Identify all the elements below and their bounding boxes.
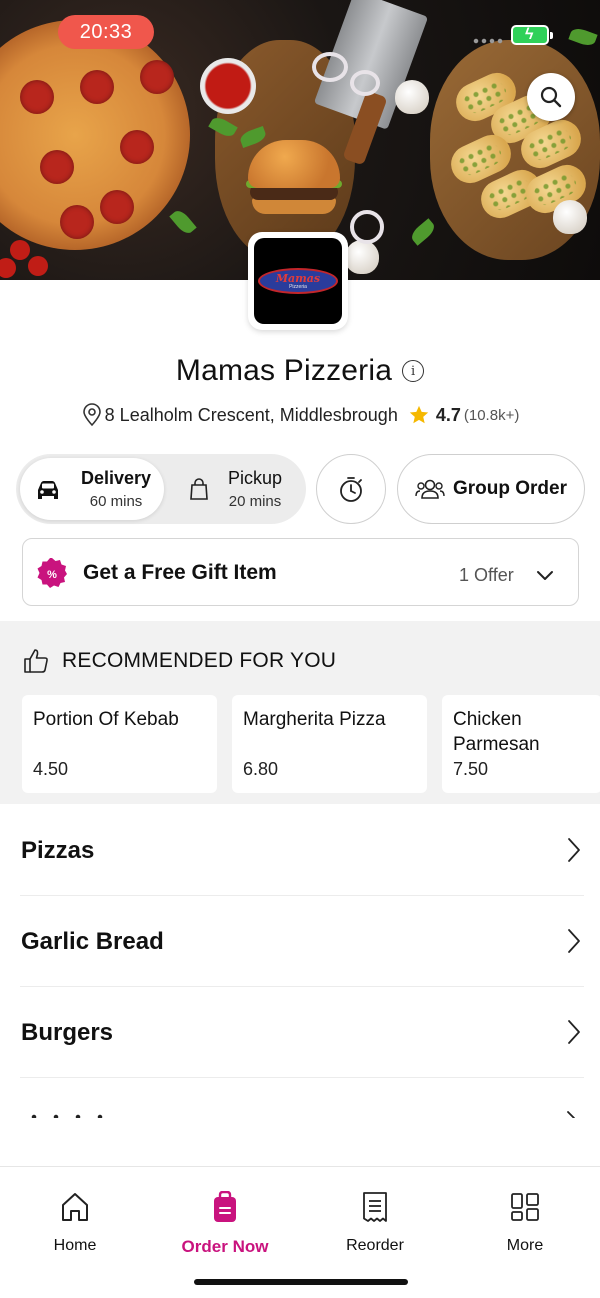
- tab-order-now[interactable]: Order Now: [165, 1189, 285, 1259]
- grid-icon: [511, 1193, 539, 1221]
- search-button[interactable]: [527, 73, 575, 121]
- restaurant-title-row: Mamas Pizzeria i: [0, 350, 600, 392]
- schedule-button[interactable]: [316, 454, 386, 524]
- tab-label: Home: [53, 1237, 97, 1254]
- order-mode-toggle: Delivery 60 mins Pickup 20 mins: [16, 454, 306, 524]
- restaurant-logo: Mamas Pizzeria: [248, 232, 348, 330]
- home-indicator: [194, 1279, 408, 1285]
- item-name: Chicken Parmesan: [453, 709, 540, 755]
- logo-text: Mamas: [275, 271, 321, 285]
- chevron-right-icon: [568, 1020, 580, 1044]
- order-bag-icon: [214, 1191, 236, 1222]
- restaurant-address: 8 Lealholm Crescent, Middlesbrough: [104, 404, 398, 425]
- offer-banner[interactable]: % Get a Free Gift Item 1 Offer: [22, 538, 579, 606]
- restaurant-name: Mamas Pizzeria: [175, 354, 393, 387]
- category-row-pizzas[interactable]: Pizzas: [20, 805, 584, 896]
- tab-label: Order Now: [181, 1237, 269, 1256]
- shopping-bag-icon: [190, 478, 208, 500]
- recommended-heading: RECOMMENDED FOR YOU: [62, 649, 337, 672]
- category-row-burgers[interactable]: Burgers: [20, 987, 584, 1078]
- category-name: Garlic Bread: [21, 928, 164, 955]
- recommended-section: RECOMMENDED FOR YOU Portion Of Kebab 4.5…: [0, 621, 600, 804]
- recommended-item[interactable]: Margherita Pizza 6.80: [232, 695, 427, 793]
- location-pin-icon: [82, 403, 101, 427]
- rating-count: (10.8k+): [463, 406, 520, 424]
- chevron-right-icon: [567, 1111, 575, 1118]
- offer-title: Get a Free Gift Item: [83, 561, 277, 584]
- info-icon[interactable]: i: [402, 360, 425, 382]
- timer-icon: [340, 477, 362, 502]
- group-order-button[interactable]: Group Order: [397, 454, 585, 524]
- category-row-partial[interactable]: [20, 1078, 584, 1118]
- group-icon: [415, 479, 445, 499]
- tab-label: Reorder: [346, 1237, 404, 1254]
- tab-label: More: [506, 1237, 544, 1254]
- search-icon: [540, 86, 562, 108]
- logo-subtext: Pizzeria: [289, 283, 307, 290]
- pickup-option[interactable]: Pickup 20 mins: [178, 458, 302, 520]
- recommended-heading-row: RECOMMENDED FOR YOU: [22, 647, 336, 675]
- category-name: Burgers: [21, 1019, 114, 1046]
- delivery-option[interactable]: Delivery 60 mins: [20, 458, 164, 520]
- item-price: 6.80: [243, 759, 279, 779]
- partial-category-text: [23, 1114, 113, 1118]
- rating-value: 4.7: [435, 404, 461, 425]
- category-name: Pizzas: [21, 837, 95, 864]
- status-time: 20:33: [58, 15, 154, 49]
- recommended-item[interactable]: Chicken Parmesan 7.50: [442, 695, 600, 793]
- recommended-item[interactable]: Portion Of Kebab 4.50: [22, 695, 217, 793]
- item-name: Margherita Pizza: [243, 709, 386, 730]
- svg-text:%: %: [47, 569, 57, 581]
- chevron-right-icon: [568, 838, 580, 862]
- battery-icon: ϟ: [511, 25, 553, 45]
- tab-reorder[interactable]: Reorder: [315, 1189, 435, 1259]
- discount-badge-icon: %: [37, 558, 67, 588]
- thumbs-up-icon: [24, 649, 48, 673]
- star-icon: [409, 405, 429, 424]
- item-name: Portion Of Kebab: [33, 709, 179, 730]
- signal-icon: [472, 38, 504, 44]
- delivery-label: Delivery: [81, 468, 152, 488]
- item-price: 7.50: [453, 759, 489, 779]
- chevron-down-icon: [537, 571, 553, 580]
- home-icon: [62, 1193, 88, 1221]
- receipt-icon: [363, 1192, 387, 1222]
- offer-count: 1 Offer: [459, 565, 514, 585]
- pickup-time: 20 mins: [228, 493, 282, 510]
- tab-more[interactable]: More: [465, 1189, 585, 1259]
- group-order-label: Group Order: [452, 478, 567, 499]
- pickup-label: Pickup: [228, 468, 283, 488]
- category-row-garlic-bread[interactable]: Garlic Bread: [20, 896, 584, 987]
- item-price: 4.50: [33, 759, 69, 779]
- address-row: 8 Lealholm Crescent, Middlesbrough 4.7 (…: [0, 400, 600, 430]
- tab-home[interactable]: Home: [15, 1189, 135, 1259]
- chevron-right-icon: [568, 929, 580, 953]
- delivery-time: 60 mins: [89, 493, 143, 510]
- car-icon: [38, 481, 58, 499]
